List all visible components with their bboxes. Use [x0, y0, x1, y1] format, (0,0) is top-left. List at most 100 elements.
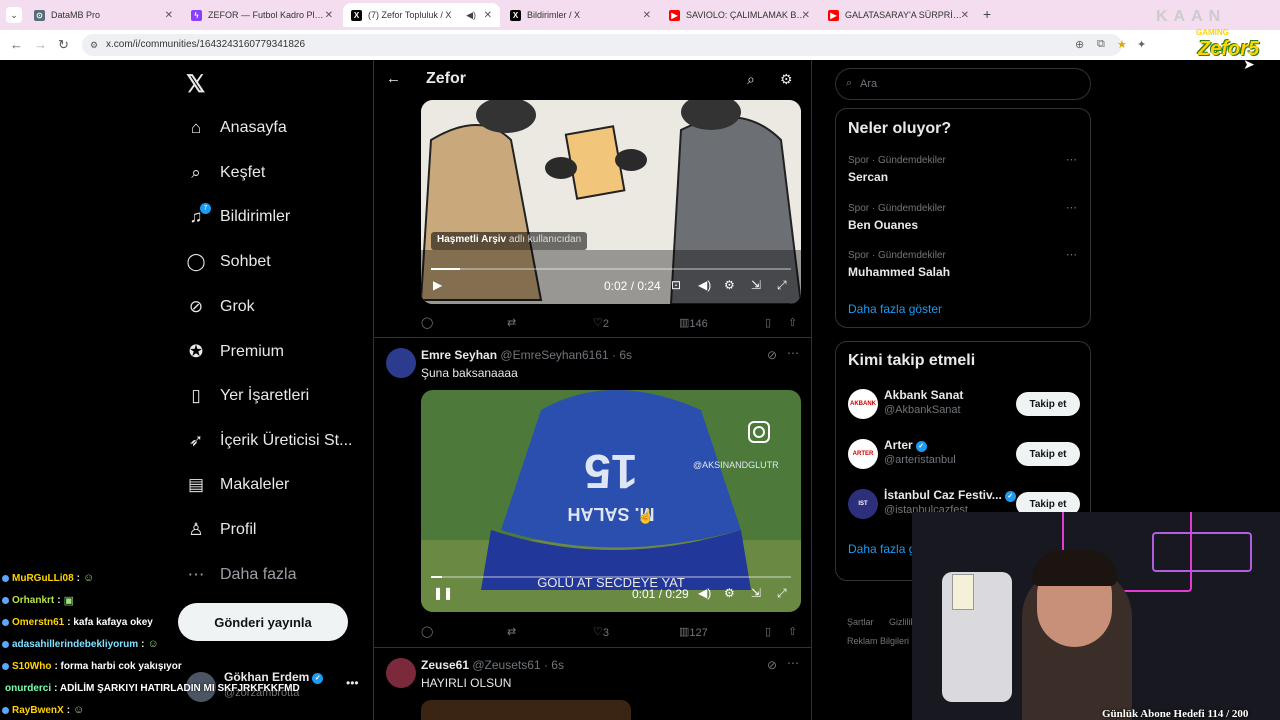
tweet-time[interactable]: · 6s	[544, 658, 564, 672]
nav-item-article[interactable]: ▤ Makaleler	[186, 469, 289, 501]
nav-item-home[interactable]: ⌂ Anasayfa	[186, 112, 287, 144]
close-icon[interactable]: ✕	[802, 10, 810, 21]
more-icon[interactable]: ⋯	[1066, 153, 1077, 166]
tweet-video-player[interactable]: Haşmetli Arşiv adlı kullanıcıdan ▶ 0:02 …	[421, 100, 801, 304]
retweet-icon[interactable]: ⇄	[507, 316, 516, 329]
x-logo-icon[interactable]: 𝕏	[186, 70, 205, 99]
grok-icon[interactable]: ⊘	[767, 348, 777, 362]
views-button[interactable]: ▥ 127	[679, 625, 708, 639]
close-icon[interactable]: ✕	[165, 10, 173, 21]
dock-icon[interactable]: ⇲	[751, 586, 761, 600]
bookmark-icon[interactable]: ▯	[765, 625, 771, 638]
tweet-media-preview[interactable]	[421, 700, 631, 720]
video-progress[interactable]	[431, 576, 791, 578]
bookmark-star-icon[interactable]: ★	[1117, 38, 1127, 51]
browser-tab[interactable]: X Bildirimler / X ✕	[502, 3, 659, 27]
site-info-icon[interactable]: ⚙	[90, 34, 98, 56]
show-more-link[interactable]: Daha fazla göster	[848, 302, 942, 316]
tab-search-icon[interactable]: ⌄	[6, 7, 22, 23]
nav-item-chat[interactable]: ◯ Sohbet	[186, 246, 270, 278]
video-progress[interactable]	[431, 268, 791, 270]
close-icon[interactable]: ✕	[961, 10, 969, 21]
share-icon[interactable]: ⇧	[788, 316, 797, 329]
verified-icon: ✓	[915, 441, 927, 452]
settings-icon[interactable]: ⚙	[724, 586, 735, 600]
search-icon[interactable]: ⌕	[747, 71, 755, 88]
grok-icon[interactable]: ⊘	[767, 658, 777, 672]
footer-link[interactable]: Şartlar	[847, 617, 874, 627]
translate-icon[interactable]: ⧉	[1097, 38, 1105, 51]
more-icon[interactable]: ⋯	[787, 346, 799, 360]
avatar[interactable]: IST	[848, 489, 878, 519]
zoom-icon[interactable]: ⊕	[1075, 38, 1084, 51]
bookmark-icon[interactable]: ▯	[765, 316, 771, 329]
settings-icon[interactable]: ⚙	[724, 278, 735, 292]
more-icon[interactable]: ⋯	[1066, 248, 1077, 261]
close-icon[interactable]: ✕	[484, 10, 492, 21]
close-icon[interactable]: ✕	[325, 10, 333, 21]
reply-icon[interactable]: ◯	[421, 316, 433, 329]
suggestion-name[interactable]: Akbank Sanat	[884, 388, 963, 402]
follow-button[interactable]: Takip et	[1016, 442, 1080, 466]
more-icon[interactable]: ⋯	[787, 656, 799, 670]
back-arrow-icon[interactable]: ←	[386, 70, 401, 87]
follow-button[interactable]: Takip et	[1016, 392, 1080, 416]
video-attribution[interactable]: Haşmetli Arşiv adlı kullanıcıdan	[431, 232, 588, 250]
nav-item-rocket[interactable]: ➶ İçerik Üreticisi St...	[186, 425, 353, 457]
footer-link[interactable]: Reklam Bilgileri	[847, 636, 909, 646]
more-icon[interactable]: ⋯	[1066, 201, 1077, 214]
suggestion-name[interactable]: İstanbul Caz Festiv... ✓	[884, 488, 1016, 502]
nav-item-label: Keşfet	[220, 164, 266, 181]
volume-icon[interactable]: ◀)	[698, 586, 711, 600]
tweet-author-name[interactable]: Emre Seyhan	[421, 348, 497, 362]
dock-icon[interactable]: ⇲	[751, 278, 761, 292]
chat-emote-icon: ☺	[147, 638, 159, 650]
tweet-author-name[interactable]: Zeuse61	[421, 658, 469, 672]
nav-item-premium[interactable]: ✪ Premium	[186, 336, 284, 368]
reply-icon[interactable]: ◯	[421, 625, 433, 638]
close-icon[interactable]: ✕	[643, 10, 651, 21]
nav-item-grok[interactable]: ⊘ Grok	[186, 291, 255, 323]
tweet-time[interactable]: · 6s	[612, 348, 632, 362]
browser-tab[interactable]: ϟ ZEFOR — Futbol Kadro Planları ✕	[183, 3, 341, 27]
tweet-author-handle[interactable]: @EmreSeyhan6161	[500, 348, 608, 362]
suggestion-name[interactable]: Arter ✓	[884, 438, 927, 452]
browser-tab[interactable]: ▶ SAVIOLO: ÇALIMLAMAK BENİM İŞİM ✕	[661, 3, 818, 27]
pause-icon[interactable]: ❚❚	[433, 586, 453, 600]
avatar[interactable]: ARTER	[848, 439, 878, 469]
views-button[interactable]: ▥ 146	[679, 316, 708, 330]
tweet-author-handle[interactable]: @Zeusets61	[472, 658, 540, 672]
youtube-favicon-icon: ▶	[828, 9, 839, 21]
new-tab-icon[interactable]: +	[983, 6, 991, 22]
speaker-icon[interactable]: ◀)	[466, 10, 476, 21]
browser-tab[interactable]: ⊙ DataMB Pro ✕	[26, 3, 181, 27]
nav-item-label: Anasayfa	[220, 119, 287, 136]
retweet-icon[interactable]: ⇄	[507, 625, 516, 638]
fullscreen-icon[interactable]: ⤢	[777, 586, 787, 601]
gear-icon[interactable]: ⚙	[780, 71, 793, 88]
volume-icon[interactable]: ◀)	[698, 278, 711, 292]
search-input[interactable]: ⌕ Ara	[835, 68, 1091, 100]
browser-tab-active[interactable]: X (7) Zefor Topluluk / X ◀) ✕	[343, 3, 500, 27]
tweet-video-player[interactable]: 15 M. SALAH @AKSINANDGLUTR GOLÜ AT SECDE…	[421, 390, 801, 612]
nav-item-bookmark[interactable]: ▯ Yer İşaretleri	[186, 380, 309, 412]
fullscreen-icon[interactable]: ⤢	[777, 278, 787, 293]
nav-item-search[interactable]: ⌕ Keşfet	[186, 157, 265, 189]
like-button[interactable]: ♡ 2	[593, 316, 609, 330]
captions-icon[interactable]: ⊡	[671, 278, 681, 292]
play-icon[interactable]: ▶	[433, 278, 442, 292]
avatar[interactable]	[386, 348, 416, 378]
url-input[interactable]: ⚙ x.com/i/communities/164324316077934182…	[82, 34, 1122, 56]
chat-message: S10Who: forma harbi cok yakışıyor	[0, 655, 290, 677]
forward-arrow-icon[interactable]: →	[34, 37, 47, 52]
back-arrow-icon[interactable]: ←	[10, 37, 23, 52]
extension-icon[interactable]: ✦	[1137, 38, 1146, 51]
share-icon[interactable]: ⇧	[788, 625, 797, 638]
more-icon[interactable]: •••	[346, 676, 359, 690]
avatar[interactable]: AKBANK	[848, 389, 878, 419]
reload-icon[interactable]: ↻	[58, 37, 69, 53]
like-button[interactable]: ♡ 3	[593, 625, 609, 639]
nav-item-profile[interactable]: ♙ Profil	[186, 514, 256, 546]
browser-tab[interactable]: ▶ GALATASARAY'A SÜRPRİZ 10 NUMARA ✕	[820, 3, 977, 27]
avatar[interactable]	[386, 658, 416, 688]
